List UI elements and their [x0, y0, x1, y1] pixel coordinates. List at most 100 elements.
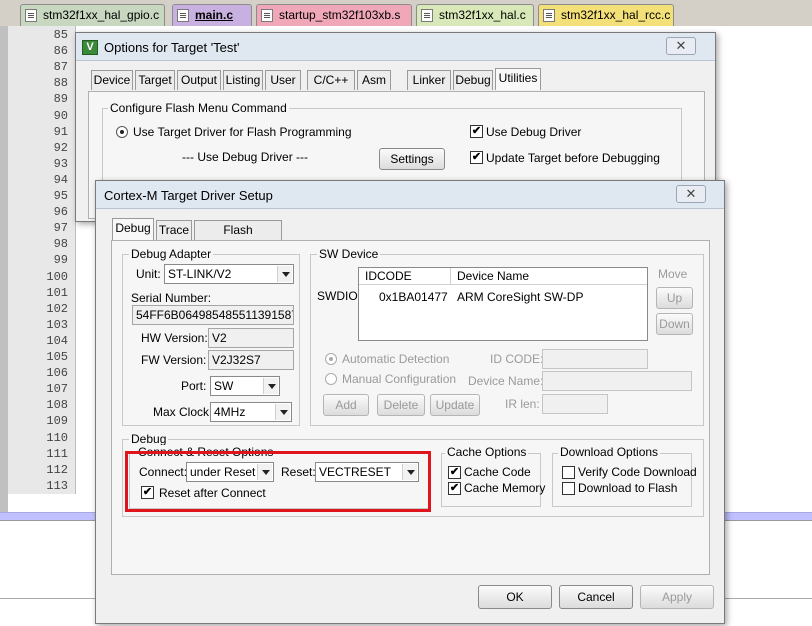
move-up-button[interactable]: Up	[656, 287, 693, 309]
cache-code-checkbox[interactable]: ✔	[448, 466, 461, 479]
sw-device-table[interactable]: IDCODE Device Name 0x1BA01477 ARM CoreSi…	[358, 267, 648, 341]
serial-number-label: Serial Number:	[131, 291, 212, 305]
update-button[interactable]: Update	[430, 394, 480, 416]
tab-asm[interactable]: Asm	[357, 70, 391, 90]
line-number: 96	[53, 205, 68, 220]
automatic-detection-radio[interactable]	[325, 353, 337, 365]
update-target-checkbox[interactable]: ✔	[470, 151, 483, 164]
download-to-flash-checkbox[interactable]	[562, 482, 575, 495]
line-number: 113	[46, 478, 68, 493]
tab-linker[interactable]: Linker	[407, 70, 451, 90]
debug-group-title: Debug	[129, 432, 169, 446]
use-target-driver-label: Use Target Driver for Flash Programming	[133, 125, 352, 139]
tab-flash-download[interactable]: Flash Download	[194, 220, 282, 255]
line-number: 107	[46, 382, 68, 397]
ir-len-field[interactable]	[542, 394, 608, 414]
max-clock-select[interactable]: 4MHz	[210, 402, 292, 422]
editor-tab-rcc[interactable]: stm32f1xx_hal_rcc.c	[538, 4, 674, 26]
file-icon	[261, 9, 273, 22]
cache-memory-checkbox[interactable]: ✔	[448, 482, 461, 495]
use-target-driver-radio[interactable]	[116, 126, 128, 138]
options-titlebar: V Options for Target 'Test' ✕	[76, 33, 715, 61]
unit-select[interactable]: ST-LINK/V2	[164, 264, 294, 284]
target-driver-setup-dialog: Cortex-M Target Driver Setup ✕ Debug Tra…	[95, 180, 725, 624]
idcode-cell[interactable]: 0x1BA01477	[379, 290, 448, 304]
configure-flash-title: Configure Flash Menu Command	[108, 101, 289, 115]
cache-code-label: Cache Code	[464, 465, 531, 479]
cancel-button[interactable]: Cancel	[559, 585, 633, 609]
cache-options-group	[441, 453, 541, 507]
close-icon[interactable]: ✕	[676, 185, 706, 203]
line-number: 106	[46, 366, 68, 381]
device-name-field[interactable]	[542, 371, 692, 391]
line-number: 109	[46, 414, 68, 429]
device-name-label: Device Name:	[468, 374, 544, 388]
line-number: 97	[53, 221, 68, 236]
max-clock-label: Max Clock:	[153, 405, 213, 419]
device-name-cell[interactable]: ARM CoreSight SW-DP	[457, 290, 583, 304]
editor-tab-startup[interactable]: startup_stm32f103xb.s	[256, 4, 412, 26]
ok-button[interactable]: OK	[478, 585, 552, 609]
driver-setup-titlebar: Cortex-M Target Driver Setup ✕	[96, 181, 724, 209]
id-code-label: ID CODE:	[490, 352, 544, 366]
line-number: 95	[53, 189, 68, 203]
port-select[interactable]: SW	[210, 376, 280, 396]
chevron-down-icon	[275, 404, 290, 420]
unit-label: Unit:	[136, 267, 161, 281]
tab-target[interactable]: Target	[135, 70, 175, 90]
line-number: 85	[53, 28, 68, 42]
apply-button[interactable]: Apply	[640, 585, 714, 609]
move-down-button[interactable]: Down	[656, 313, 693, 335]
fw-version-field: V2J32S7	[208, 350, 294, 370]
manual-configuration-radio[interactable]	[325, 373, 337, 385]
cache-memory-label: Cache Memory	[464, 481, 546, 495]
editor-tab-label: stm32f1xx_hal_rcc.c	[561, 8, 671, 22]
line-number: 87	[53, 60, 68, 75]
idcode-column-header[interactable]: IDCODE	[359, 268, 451, 285]
file-icon	[177, 9, 189, 22]
settings-button[interactable]: Settings	[379, 148, 445, 170]
editor-tab-gpio[interactable]: stm32f1xx_hal_gpio.c	[20, 4, 165, 26]
tab-debug[interactable]: Debug	[453, 70, 493, 90]
editor-tab-hal[interactable]: stm32f1xx_hal.c	[416, 4, 534, 26]
fw-version-label: FW Version:	[141, 353, 207, 367]
line-number: 98	[53, 237, 68, 252]
line-number: 102	[46, 301, 68, 316]
add-button[interactable]: Add	[323, 394, 369, 416]
tab-user[interactable]: User	[265, 70, 301, 90]
verify-download-label: Verify Code Download	[578, 465, 697, 479]
line-number: 91	[53, 124, 68, 139]
tab-output[interactable]: Output	[177, 70, 221, 90]
download-options-title: Download Options	[558, 445, 661, 459]
tab-trace[interactable]: Trace	[156, 220, 192, 240]
update-target-label: Update Target before Debugging	[486, 151, 660, 165]
line-number: 112	[46, 462, 68, 477]
move-label: Move	[658, 267, 688, 281]
highlight-box	[125, 451, 431, 512]
debug-driver-text: --- Use Debug Driver ---	[182, 150, 309, 164]
sw-device-title: SW Device	[317, 247, 381, 261]
tab-c-cpp[interactable]: C/C++	[307, 70, 355, 90]
chevron-down-icon	[263, 378, 278, 394]
id-code-field[interactable]	[542, 349, 648, 369]
verify-download-checkbox[interactable]	[562, 466, 575, 479]
editor-tab-main[interactable]: main.c	[172, 4, 252, 26]
line-number: 104	[46, 333, 68, 348]
line-number-gutter: 85 86 87 88 89 90 91 92 93 94 95 96 97 98 99 100 101 102 1…	[8, 26, 76, 494]
device-name-column-header[interactable]: Device Name	[451, 268, 647, 285]
tab-utilities[interactable]: Utilities	[495, 68, 541, 90]
line-number: 88	[53, 76, 68, 91]
close-icon[interactable]: ✕	[666, 37, 696, 55]
use-debug-driver-checkbox[interactable]: ✔	[470, 125, 483, 138]
use-debug-driver-label: Use Debug Driver	[486, 125, 582, 139]
line-number: 93	[53, 156, 68, 171]
tab-debug-setup[interactable]: Debug	[112, 218, 154, 240]
hw-version-label: HW Version:	[141, 331, 208, 345]
manual-configuration-label: Manual Configuration	[342, 372, 457, 386]
line-number: 94	[53, 172, 68, 187]
tab-listing[interactable]: Listing	[223, 70, 263, 90]
download-to-flash-label: Download to Flash	[578, 481, 678, 495]
delete-button[interactable]: Delete	[377, 394, 425, 416]
tab-device[interactable]: Device	[91, 70, 133, 90]
download-options-group	[552, 453, 692, 507]
